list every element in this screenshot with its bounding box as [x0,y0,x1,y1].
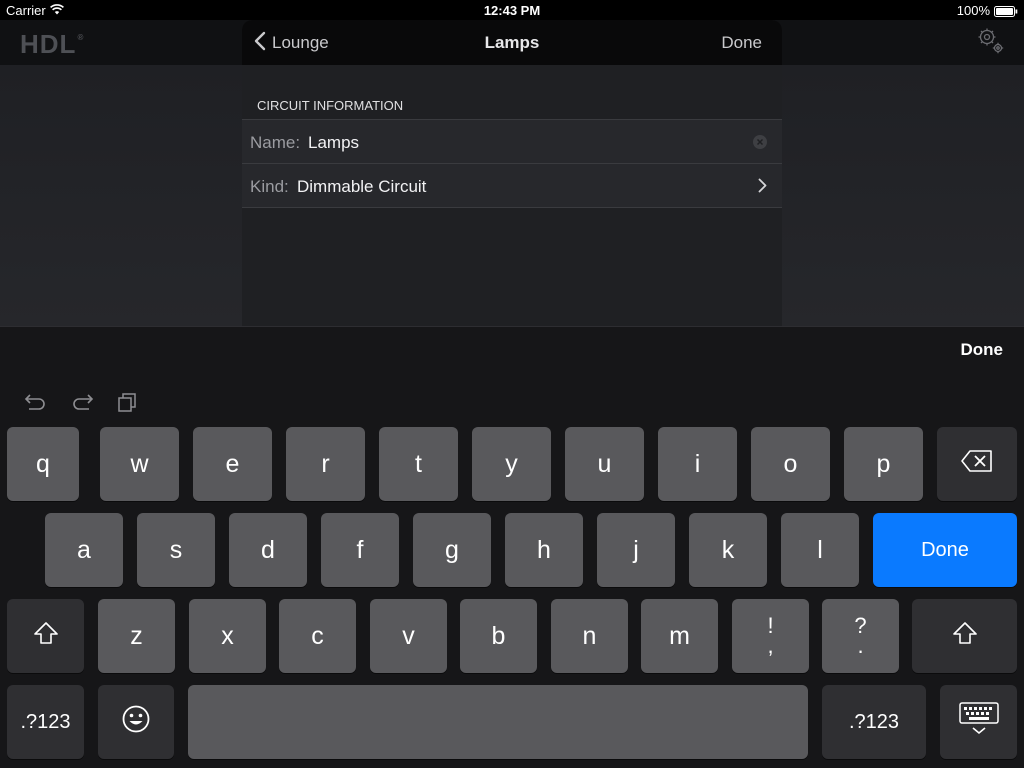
battery-percent: 100% [956,3,990,18]
key-q[interactable]: q [7,427,79,501]
nav-done-button[interactable]: Done [721,33,762,53]
key-p[interactable]: p [844,427,923,501]
clock: 12:43 PM [483,3,541,18]
delete-key[interactable] [937,427,1017,501]
numbers-key-left[interactable]: .?123 [7,685,84,759]
gear-icon[interactable] [976,26,1006,61]
numbers-key-right[interactable]: .?123 [822,685,926,759]
shift-icon [33,621,59,652]
keyboard-shortcuts-bar [24,391,157,418]
battery-icon [994,5,1018,20]
keyboard-hide-icon [958,701,1000,744]
kind-label: Kind: [250,177,289,196]
key-m[interactable]: m [641,599,718,673]
key-r[interactable]: r [286,427,365,501]
shift-key-right[interactable] [912,599,1017,673]
name-row[interactable]: Name: Lamps [242,119,782,163]
modal-nav-bar: Lounge Lamps Done [242,20,782,65]
redo-icon[interactable] [70,391,94,418]
undo-icon[interactable] [24,391,48,418]
key-exclaim-comma-labels: ! , [767,615,774,658]
page-title: Lamps [484,33,540,52]
key-c[interactable]: c [279,599,356,673]
return-done-key[interactable]: Done [873,513,1017,587]
key-z[interactable]: z [98,599,175,673]
key-x[interactable]: x [189,599,266,673]
key-i[interactable]: i [658,427,737,501]
key-y[interactable]: y [472,427,551,501]
backspace-icon [960,449,994,480]
key-e[interactable]: e [193,427,272,501]
emoji-key[interactable] [98,685,174,759]
paste-icon[interactable] [117,391,139,418]
key-question-period[interactable]: ? . [822,599,899,673]
smiley-icon [121,704,151,741]
key-w[interactable]: w [100,427,179,501]
dismiss-keyboard-key[interactable] [940,685,1017,759]
clear-text-icon[interactable] [753,135,767,154]
name-label: Name: [250,133,301,152]
key-f[interactable]: f [321,513,399,587]
shift-icon [952,621,978,652]
keyboard-done-button[interactable]: Done [961,340,1004,360]
key-o[interactable]: o [751,427,830,501]
key-question-period-labels: ? . [854,615,866,658]
comma-label: , [767,633,774,658]
section-header: CIRCUIT INFORMATION [257,98,404,113]
name-field[interactable]: Lamps [308,133,359,153]
screen: Carrier 12:43 PM 100% HDL® Lounge Lamps … [0,0,1024,768]
key-a[interactable]: a [45,513,123,587]
key-k[interactable]: k [689,513,767,587]
key-v[interactable]: v [370,599,447,673]
key-g[interactable]: g [413,513,491,587]
circuit-edit-modal: Lounge Lamps Done CIRCUIT INFORMATION Na… [242,20,782,326]
key-n[interactable]: n [551,599,628,673]
on-screen-keyboard: Done q w e r t y u i o p a s d f g h j k… [0,326,1024,768]
chevron-right-icon [758,178,767,198]
logo-text: HDL [20,29,77,59]
kind-value: Dimmable Circuit [297,177,427,196]
key-u[interactable]: u [565,427,644,501]
kind-row[interactable]: Kind: Dimmable Circuit [242,163,782,208]
key-t[interactable]: t [379,427,458,501]
key-b[interactable]: b [460,599,537,673]
key-j[interactable]: j [597,513,675,587]
status-bar: Carrier 12:43 PM 100% [0,0,1024,20]
key-d[interactable]: d [229,513,307,587]
shift-key-left[interactable] [7,599,84,673]
hdl-logo: HDL® [20,29,84,60]
key-h[interactable]: h [505,513,583,587]
period-label: . [857,633,864,658]
key-l[interactable]: l [781,513,859,587]
logo-registered-mark: ® [77,33,85,42]
space-bar[interactable] [188,685,808,759]
key-s[interactable]: s [137,513,215,587]
key-exclaim-comma[interactable]: ! , [732,599,809,673]
